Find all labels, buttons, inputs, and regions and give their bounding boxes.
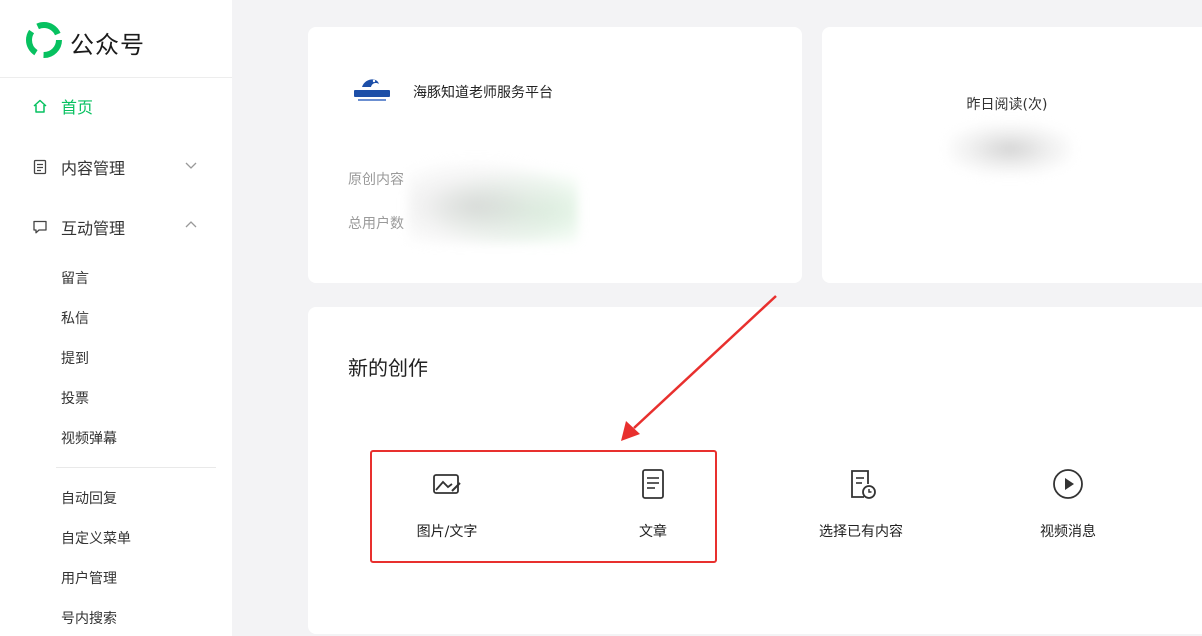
- nav-content-management[interactable]: 内容管理: [32, 155, 125, 179]
- select-existing-content-label: 选择已有内容: [819, 524, 903, 540]
- play-circle-icon: [1051, 467, 1085, 501]
- sidebar-item-video-danmaku[interactable]: 视频弹幕: [61, 428, 117, 448]
- nav-interaction-management[interactable]: 互动管理: [32, 215, 125, 239]
- sidebar-item-in-account-search[interactable]: 号内搜索: [61, 608, 117, 628]
- video-message-button[interactable]: 视频消息: [993, 467, 1143, 541]
- brand[interactable]: 公众号: [26, 22, 145, 62]
- sidebar-item-comments[interactable]: 留言: [61, 268, 89, 288]
- wechat-mp-logo-icon: [26, 22, 62, 62]
- select-existing-content-button[interactable]: 选择已有内容: [786, 467, 936, 541]
- stats-card: 昨日阅读(次): [822, 27, 1202, 283]
- home-icon: [32, 98, 48, 114]
- nav-interaction-label: 互动管理: [61, 219, 126, 238]
- sidebar: 公众号 首页 内容管理 互动管理 留言 私信 提到 投票 视频弹幕 自动回复 自…: [0, 0, 232, 636]
- video-message-label: 视频消息: [1040, 524, 1096, 540]
- sidebar-item-user-management[interactable]: 用户管理: [61, 568, 117, 588]
- nav-content-label: 内容管理: [61, 159, 126, 178]
- sidebar-item-auto-reply[interactable]: 自动回复: [61, 488, 117, 508]
- sidebar-item-mentions[interactable]: 提到: [61, 348, 89, 368]
- chevron-up-icon[interactable]: [184, 218, 198, 232]
- blurred-values: [408, 160, 578, 244]
- yesterday-reads-label: 昨日阅读(次): [966, 97, 1048, 113]
- document-icon: [32, 159, 48, 175]
- chevron-down-icon[interactable]: [184, 158, 198, 172]
- sidebar-item-votes[interactable]: 投票: [61, 388, 89, 408]
- divider: [56, 467, 216, 468]
- account-card: 海豚知道老师服务平台 原创内容 总用户数: [308, 27, 802, 283]
- document-clock-icon: [844, 467, 878, 501]
- account-avatar: [352, 75, 392, 105]
- section-title: 新的创作: [348, 356, 428, 380]
- nav-home-label: 首页: [61, 98, 94, 117]
- original-content-label: 原创内容: [348, 172, 404, 188]
- chat-bubble-icon: [32, 219, 48, 235]
- nav-home[interactable]: 首页: [32, 94, 93, 118]
- sidebar-item-messages[interactable]: 私信: [61, 308, 89, 328]
- app-title: 公众号: [70, 30, 145, 59]
- blurred-value: [948, 123, 1072, 175]
- sidebar-item-custom-menu[interactable]: 自定义菜单: [61, 528, 131, 548]
- annotation-highlight-box: [370, 450, 717, 563]
- divider: [0, 77, 232, 78]
- total-users-label: 总用户数: [348, 216, 404, 232]
- account-name: 海豚知道老师服务平台: [413, 85, 553, 101]
